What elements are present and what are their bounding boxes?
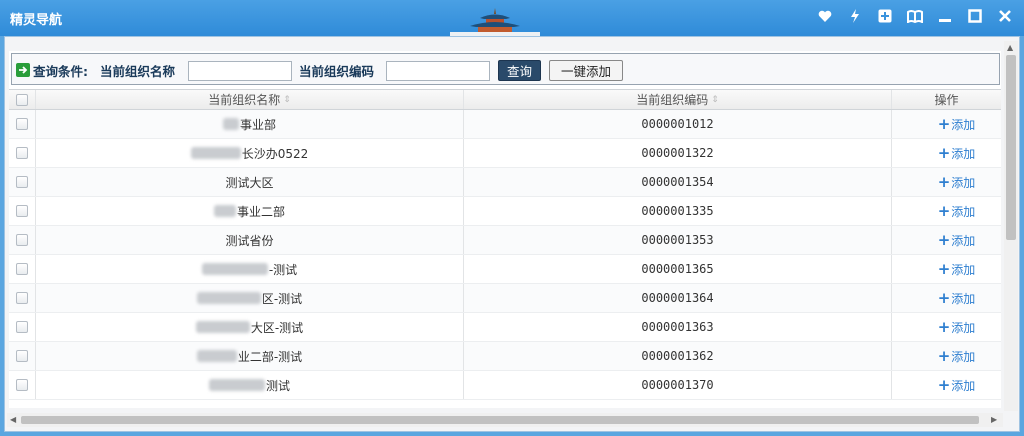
header-action: 操作: [934, 93, 959, 107]
table-row: 测试 0000001370 + 添加: [9, 371, 1001, 400]
org-name: 测试省份: [225, 233, 274, 248]
table-row: 长沙办0522 0000001322 + 添加: [9, 139, 1001, 168]
org-code: 0000001362: [464, 342, 892, 370]
window-controls: [812, 4, 1018, 28]
close-icon[interactable]: [992, 4, 1018, 28]
add-link[interactable]: + 添加: [938, 348, 976, 365]
org-code: 0000001353: [464, 226, 892, 254]
org-name: 测试大区: [225, 175, 274, 190]
add-link[interactable]: + 添加: [938, 290, 976, 307]
book-icon[interactable]: [902, 4, 928, 28]
content-panel: 查询条件: 当前组织名称 当前组织编码 查询 一键添加 当前组织名称 ⇕ 当前组织…: [9, 51, 1001, 408]
add-link[interactable]: + 添加: [938, 232, 976, 249]
table-header: 当前组织名称 ⇕ 当前组织编码 ⇕ 操作: [9, 89, 1001, 110]
org-code-label: 当前组织编码: [299, 64, 375, 79]
org-code: 0000001365: [464, 255, 892, 283]
plus-square-icon[interactable]: [872, 4, 898, 28]
row-checkbox[interactable]: [16, 234, 28, 246]
plus-icon: +: [937, 259, 951, 278]
add-link[interactable]: + 添加: [938, 319, 976, 336]
vertical-scroll-thumb[interactable]: [1006, 55, 1016, 240]
bolt-icon[interactable]: [842, 4, 868, 28]
org-name: -测试: [268, 262, 298, 277]
main-frame: 查询条件: 当前组织名称 当前组织编码 查询 一键添加 当前组织名称 ⇕ 当前组织…: [4, 36, 1020, 432]
header-org-code[interactable]: 当前组织编码 ⇕: [464, 90, 892, 109]
table-row: 业二部-测试 0000001362 + 添加: [9, 342, 1001, 371]
vertical-scrollbar[interactable]: ▲: [1004, 41, 1018, 411]
row-checkbox[interactable]: [16, 321, 28, 333]
org-name: 事业二部: [236, 204, 285, 219]
table-row: 测试省份 0000001353 + 添加: [9, 226, 1001, 255]
plus-icon: +: [937, 288, 951, 307]
query-button[interactable]: 查询: [498, 60, 541, 81]
sort-icon: ⇕: [283, 94, 291, 105]
query-arrow-icon: [16, 63, 30, 77]
add-link[interactable]: + 添加: [938, 116, 976, 133]
org-name: 长沙办0522: [241, 146, 309, 161]
maximize-icon[interactable]: [962, 4, 988, 28]
plus-icon: +: [937, 375, 951, 394]
table-row: 测试大区 0000001354 + 添加: [9, 168, 1001, 197]
org-name: 大区-测试: [250, 320, 304, 335]
row-checkbox[interactable]: [16, 147, 28, 159]
horizontal-scroll-thumb[interactable]: [21, 416, 979, 424]
org-code: 0000001364: [464, 284, 892, 312]
add-link[interactable]: + 添加: [938, 145, 976, 162]
minimize-icon[interactable]: [932, 4, 958, 28]
org-name-label: 当前组织名称: [100, 64, 176, 79]
row-checkbox[interactable]: [16, 118, 28, 130]
plus-icon: +: [937, 172, 951, 191]
row-checkbox[interactable]: [16, 292, 28, 304]
search-toolbar: 查询条件: 当前组织名称 当前组织编码 查询 一键添加: [11, 53, 1000, 85]
table-row: 大区-测试 0000001363 + 添加: [9, 313, 1001, 342]
plus-icon: +: [937, 114, 951, 133]
add-all-button[interactable]: 一键添加: [549, 60, 623, 81]
sort-icon: ⇕: [711, 94, 719, 105]
org-code: 0000001322: [464, 139, 892, 167]
org-table: 当前组织名称 ⇕ 当前组织编码 ⇕ 操作 事业部 0000001012 + 添加 长沙…: [9, 89, 1001, 400]
table-row: -测试 0000001365 + 添加: [9, 255, 1001, 284]
plus-icon: +: [937, 143, 951, 162]
org-name-input[interactable]: [188, 61, 292, 81]
row-checkbox[interactable]: [16, 350, 28, 362]
row-checkbox[interactable]: [16, 205, 28, 217]
add-link[interactable]: + 添加: [938, 203, 976, 220]
table-row: 事业部 0000001012 + 添加: [9, 110, 1001, 139]
org-name: 测试: [265, 378, 290, 393]
add-link[interactable]: + 添加: [938, 377, 976, 394]
org-name: 事业部: [239, 117, 276, 132]
scroll-left-icon[interactable]: ◀: [10, 415, 16, 424]
org-code: 0000001370: [464, 371, 892, 399]
horizontal-scrollbar[interactable]: ◀ ▶: [7, 413, 1003, 427]
plus-icon: +: [937, 230, 951, 249]
scroll-up-icon[interactable]: ▲: [1007, 43, 1013, 52]
row-checkbox[interactable]: [16, 263, 28, 275]
window-title: 精灵导航: [10, 13, 63, 28]
org-code: 0000001363: [464, 313, 892, 341]
row-checkbox[interactable]: [16, 176, 28, 188]
plus-icon: +: [937, 201, 951, 220]
table-row: 区-测试 0000001364 + 添加: [9, 284, 1001, 313]
plus-icon: +: [937, 346, 951, 365]
row-checkbox[interactable]: [16, 379, 28, 391]
title-bar: 精灵导航: [0, 0, 1024, 36]
heart-icon[interactable]: [812, 4, 838, 28]
table-row: 事业二部 0000001335 + 添加: [9, 197, 1001, 226]
org-name: 区-测试: [261, 291, 303, 306]
query-label: 查询条件:: [33, 64, 88, 79]
scroll-right-icon[interactable]: ▶: [991, 415, 997, 424]
org-code-input[interactable]: [386, 61, 490, 81]
add-link[interactable]: + 添加: [938, 174, 976, 191]
org-code: 0000001335: [464, 197, 892, 225]
select-all-checkbox[interactable]: [16, 93, 28, 106]
org-code: 0000001354: [464, 168, 892, 196]
org-code: 0000001012: [464, 110, 892, 138]
pagoda-decoration-icon: [450, 8, 540, 36]
add-link[interactable]: + 添加: [938, 261, 976, 278]
header-org-name[interactable]: 当前组织名称 ⇕: [36, 90, 464, 109]
org-name: 业二部-测试: [237, 349, 303, 364]
plus-icon: +: [937, 317, 951, 336]
